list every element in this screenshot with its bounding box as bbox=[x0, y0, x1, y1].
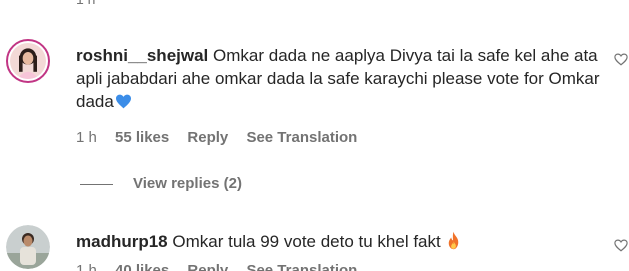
avatar-image bbox=[6, 225, 50, 269]
avatar[interactable] bbox=[6, 39, 50, 83]
blue-heart-icon bbox=[115, 92, 132, 109]
comments-panel: 1 h roshni__shejwal Omkar dada ne aaplya… bbox=[0, 0, 629, 271]
avatar[interactable] bbox=[6, 225, 50, 269]
reply-button[interactable]: Reply bbox=[187, 129, 228, 146]
comment-username[interactable]: roshni__shejwal bbox=[76, 46, 208, 65]
likes-count[interactable]: 55 likes bbox=[115, 129, 169, 146]
previous-comment-time: 1 h bbox=[76, 0, 95, 7]
see-translation-button[interactable]: See Translation bbox=[246, 262, 357, 271]
comment-body: madhurp18 Omkar tula 99 vote deto tu khe… bbox=[76, 230, 601, 253]
fire-icon bbox=[445, 231, 462, 250]
comment-time: 1 h bbox=[76, 262, 97, 271]
likes-count[interactable]: 40 likes bbox=[115, 262, 169, 271]
comment-meta: 1 h 55 likes Reply See Translation bbox=[76, 129, 371, 146]
see-translation-button[interactable]: See Translation bbox=[246, 129, 357, 146]
avatar-image bbox=[10, 43, 46, 79]
comment-username[interactable]: madhurp18 bbox=[76, 232, 168, 251]
comment-meta: 1 h 40 likes Reply See Translation bbox=[76, 262, 371, 271]
comment-text: Omkar tula 99 vote deto tu khel fakt bbox=[172, 232, 441, 251]
view-replies-button[interactable]: View replies (2) bbox=[80, 175, 242, 195]
view-replies-label: View replies (2) bbox=[133, 175, 242, 192]
reply-button[interactable]: Reply bbox=[187, 262, 228, 271]
comment-time: 1 h bbox=[76, 129, 97, 146]
comment-body: roshni__shejwal Omkar dada ne aaplya Div… bbox=[76, 44, 601, 113]
replies-divider bbox=[80, 183, 113, 185]
like-heart-icon[interactable] bbox=[614, 53, 628, 66]
like-heart-icon[interactable] bbox=[614, 239, 628, 252]
